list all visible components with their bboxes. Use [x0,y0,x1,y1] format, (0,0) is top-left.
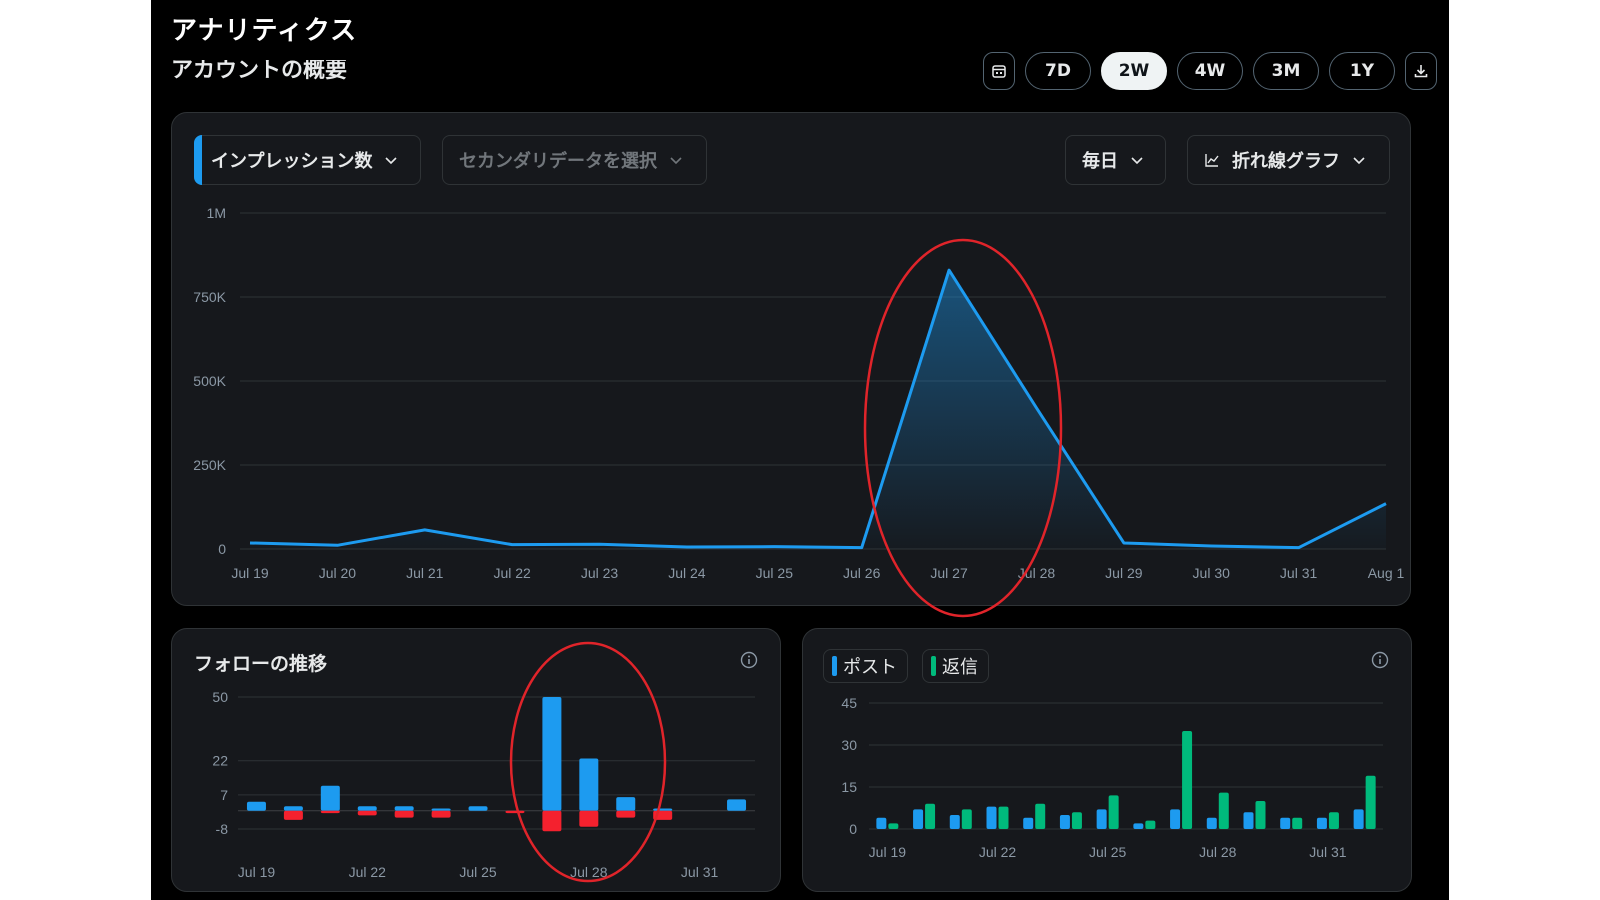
analytics-app: アカウントの概要 アナリティクス 7D 2W 4W 3M 1Y インプレッション… [151,0,1449,900]
annotation-overlay [509,238,1063,883]
highlight-circle-follows [509,641,667,883]
page-title: アナリティクス [171,16,358,46]
highlight-circle-impressions [863,238,1063,618]
